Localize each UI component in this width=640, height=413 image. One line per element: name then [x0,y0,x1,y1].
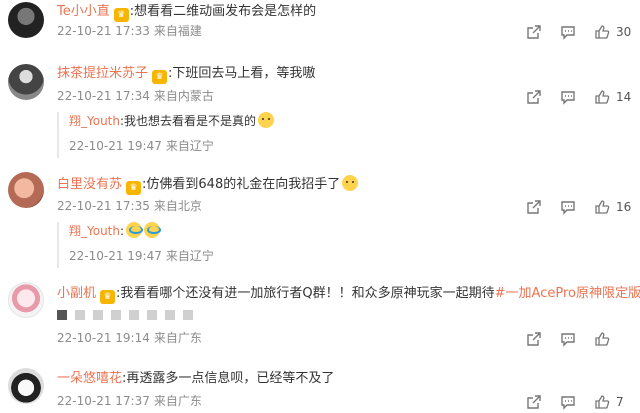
reply-item: 翔_Youth:我也想去看看是不是真的 22-10-21 19:47 来自辽宁 [57,112,275,158]
reply-item: 翔_Youth: 22-10-21 19:47 来自辽宁 [57,222,214,268]
comment-date: 22-10-21 17:33 [57,24,150,38]
avatar[interactable] [8,172,44,208]
comment-text: :仿佛看到648的礼金在向我招手了 [142,177,341,192]
like-count: 7 [616,395,624,409]
comment-text: :想看看二维动画发布会是怎样的 [129,4,317,19]
comment-location: 来自北京 [153,199,202,213]
username[interactable]: Te小小直 [57,4,110,19]
thumbs-up-icon[interactable] [593,393,611,411]
avatar[interactable] [8,282,44,318]
comment-location: 来自内蒙古 [153,89,214,103]
comment-date: 22-10-21 17:37 [57,394,150,408]
comment-text: :再透露多一点信息呗，已经等不及了 [122,371,335,386]
username[interactable]: 白里没有苏 [57,177,122,192]
reply-username[interactable]: 翔_Youth [69,224,120,238]
comment-date: 22-10-21 17:35 [57,199,150,213]
censored-image-strip [57,310,193,320]
comment-location: 来自广东 [153,394,202,408]
comment-date: 22-10-21 19:14 [57,331,150,345]
reply-username[interactable]: 翔_Youth [69,114,120,128]
share-icon[interactable] [525,393,543,411]
username[interactable]: 抹茶提拉米苏子 [57,66,148,81]
reply-date: 22-10-21 19:47 [69,249,162,263]
like-count: 14 [616,90,632,104]
comment-date: 22-10-21 17:34 [57,89,150,103]
comment-location: 来自广东 [153,331,202,345]
vip-badge-icon: ♛ [100,290,116,304]
thumbs-up-icon[interactable] [593,198,611,216]
share-icon[interactable] [525,330,543,348]
share-icon[interactable] [525,88,543,106]
reply-text: : [120,224,125,238]
cry-emoji-icon [126,222,144,238]
cry-emoji-icon [144,222,162,238]
reply-location: 来自辽宁 [165,139,214,153]
username[interactable]: 一朵悠嘻花 [57,371,122,386]
comment-icon[interactable] [559,393,577,411]
comment-text: :下班回去马上看，等我嗷 [168,66,316,81]
comment-text: :我看看哪个还没有进一加旅行者Q群！！和众多原神玩家一起期待 [116,286,495,301]
reply-date: 22-10-21 19:47 [69,139,162,153]
comment-icon[interactable] [559,330,577,348]
vip-badge-icon: ♛ [126,181,142,195]
vip-badge-icon: ♛ [113,8,129,22]
share-icon[interactable] [525,198,543,216]
share-icon[interactable] [525,23,543,41]
thumbs-up-icon[interactable] [593,330,611,348]
reply-text: :我也想去看看是不是真的 [120,114,257,128]
comment-location: 来自福建 [153,24,202,38]
avatar[interactable] [8,368,44,404]
avatar[interactable] [8,2,44,38]
vip-badge-icon: ♛ [152,70,168,84]
comment-icon[interactable] [559,23,577,41]
cat-emoji-icon [342,175,359,191]
hashtag-link[interactable]: #一加AcePro原神限定版# [495,286,640,301]
thumbs-up-icon[interactable] [593,88,611,106]
thumbs-up-icon[interactable] [593,23,611,41]
comment-icon[interactable] [559,198,577,216]
cat-emoji-icon [258,112,275,128]
like-count: 30 [616,25,632,39]
reply-location: 来自辽宁 [165,249,214,263]
avatar[interactable] [8,64,44,100]
username[interactable]: 小副机 [57,286,96,301]
comment-icon[interactable] [559,88,577,106]
like-count: 16 [616,200,632,214]
